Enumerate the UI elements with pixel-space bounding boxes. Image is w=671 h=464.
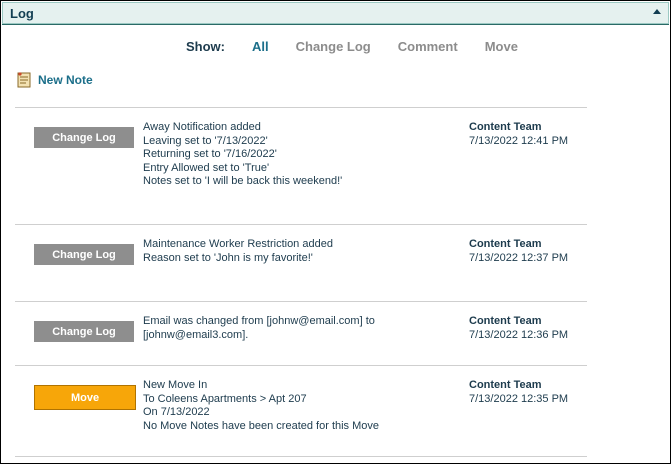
entry-line: Away Notification added bbox=[143, 121, 261, 133]
divider bbox=[15, 365, 587, 366]
divider bbox=[15, 456, 587, 457]
panel-title: Log bbox=[10, 6, 34, 21]
entry-author: Content Team bbox=[469, 121, 542, 133]
entry-timestamp: 7/13/2022 12:36 PM bbox=[469, 329, 569, 341]
entry-line: Leaving set to '7/13/2022' bbox=[143, 134, 268, 147]
entry-type-tag[interactable]: Change Log bbox=[34, 244, 134, 265]
entry-line: Maintenance Worker Restriction added bbox=[143, 238, 333, 250]
entry-line: No Move Notes have been created for this… bbox=[143, 419, 380, 432]
filter-comment[interactable]: Comment bbox=[398, 39, 458, 54]
entry-author: Content Team bbox=[469, 315, 542, 327]
entry-details: Maintenance Worker Restriction added Rea… bbox=[143, 238, 443, 265]
entry-line: [johnw@email3.com]. bbox=[143, 328, 249, 341]
note-icon bbox=[17, 72, 31, 88]
filter-change-log[interactable]: Change Log bbox=[296, 39, 371, 54]
entry-timestamp: 7/13/2022 12:41 PM bbox=[469, 135, 569, 147]
entry-timestamp: 7/13/2022 12:37 PM bbox=[469, 252, 569, 264]
entry-line: Returning set to '7/16/2022' bbox=[143, 148, 277, 160]
entry-line: Entry Allowed set to 'True' bbox=[143, 161, 270, 174]
filter-label: Show: bbox=[186, 38, 225, 54]
entry-line: Email was changed from [johnw@email.com]… bbox=[143, 315, 375, 327]
new-note-label: New Note bbox=[38, 73, 93, 87]
entry-type-tag[interactable]: Change Log bbox=[34, 127, 134, 148]
entry-details: Away Notification added Leaving set to '… bbox=[143, 121, 443, 189]
divider bbox=[15, 224, 587, 225]
entry-line: Reason set to 'John is my favorite!' bbox=[143, 251, 313, 264]
divider bbox=[15, 107, 587, 108]
panel-header: Log bbox=[2, 2, 669, 25]
entry-timestamp: 7/13/2022 12:35 PM bbox=[469, 393, 569, 405]
collapse-icon[interactable] bbox=[653, 9, 661, 14]
entry-details: New Move In To Coleens Apartments > Apt … bbox=[143, 379, 443, 433]
new-note-link[interactable]: New Note bbox=[15, 71, 93, 89]
entry-line: To Coleens Apartments > Apt 207 bbox=[143, 392, 307, 405]
entry-author: Content Team bbox=[469, 379, 542, 391]
entry-type-tag[interactable]: Move bbox=[34, 385, 136, 410]
filter-move[interactable]: Move bbox=[485, 39, 518, 54]
entry-author: Content Team bbox=[469, 238, 542, 250]
filter-all[interactable]: All bbox=[252, 39, 269, 54]
entry-line: New Move In bbox=[143, 379, 208, 391]
log-filter-bar: Show: All Change Log Comment Move bbox=[186, 38, 545, 54]
entry-details: Email was changed from [johnw@email.com]… bbox=[143, 315, 443, 342]
entry-type-tag[interactable]: Change Log bbox=[34, 321, 134, 342]
entry-line: On 7/13/2022 bbox=[143, 406, 210, 418]
divider bbox=[15, 301, 587, 302]
entry-line: Notes set to 'I will be back this weeken… bbox=[143, 175, 343, 187]
